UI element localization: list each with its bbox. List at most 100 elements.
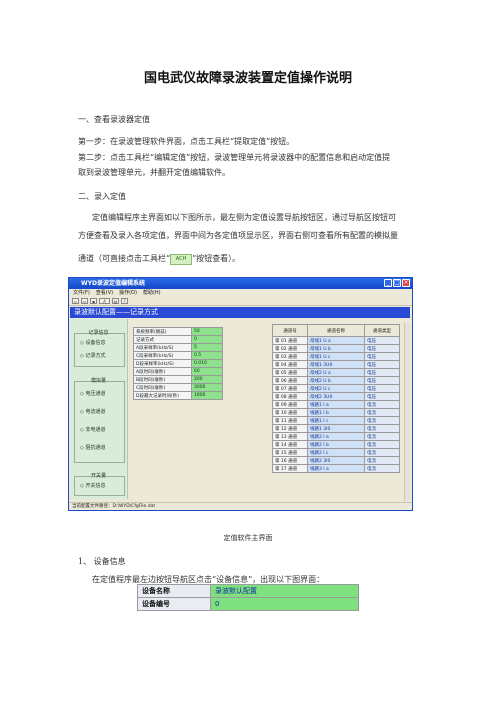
table-row[interactable]: 第 02 通道 母线1 U b 电压 [272, 344, 400, 353]
channel-number: 第 16 通道 [272, 456, 308, 465]
close-icon[interactable]: × [402, 279, 410, 287]
table-row: 设备编号 0 [137, 597, 359, 611]
table-row[interactable]: 第 06 通道 母线2 U b 电压 [272, 376, 400, 385]
nav-item-switch-info[interactable]: ◇ 开关信息 [80, 482, 105, 489]
table-row[interactable]: 第 04 通道 母线1 3U0 电压 [272, 360, 400, 369]
table-row: B段时间(毫秒) 200 [133, 375, 224, 384]
channel-type: 电压 [364, 344, 400, 353]
setting-label: 记录方式 [133, 335, 192, 344]
channel-type: 电压 [364, 376, 400, 385]
table-row[interactable]: 第 09 通道 线路1 I a 电流 [272, 400, 400, 409]
new-icon[interactable]: ▫ [72, 298, 79, 304]
channel-name: 母线1 U b [307, 344, 365, 353]
channel-type: 电流 [364, 456, 400, 465]
print-icon[interactable]: ▤ [112, 298, 119, 304]
setting-value-field[interactable]: 5 [190, 343, 224, 352]
app-screenshot: WYD录波定值编辑系统 _ □ × 文件(F) 查看(V) 操作(O) 帮助(H… [68, 277, 413, 511]
table-row[interactable]: 第 14 通道 线路2 I b 电流 [272, 440, 400, 449]
ach-icon: ACH [170, 253, 193, 265]
table-row[interactable]: 第 07 通道 母线2 U c 电压 [272, 384, 400, 393]
paragraph: 通道（可直接点击工具栏“ ACH ”按钮查看）。 [78, 251, 240, 266]
setting-label: C段采样率(kHz/S) [133, 351, 192, 360]
table-row: D段采样率(kHz/S) 0.010 [133, 359, 224, 368]
channel-table: 通道号 通道名称 通道类型 第 01 通道 母线1 U a 电压第 02 通道 母线1… [272, 324, 400, 473]
channel-number: 第 04 通道 [272, 360, 308, 369]
setting-value-field[interactable]: 0 [190, 335, 224, 344]
open-icon[interactable]: ▭ [81, 298, 88, 304]
channel-number: 第 15 通道 [272, 448, 308, 457]
table-row[interactable]: 第 11 通道 线路1 I c 电流 [272, 416, 400, 425]
menu-help[interactable]: 帮助(H) [143, 289, 161, 297]
status-bar: 当前配置文件路径：D:\WYD\CfgFile.dat [69, 502, 412, 510]
table-row[interactable]: 第 17 通道 线路3 I a 电流 [272, 464, 400, 473]
paragraph: 取到录波管理单元，并翻开定值编辑软件。 [78, 168, 230, 177]
menu-view[interactable]: 查看(V) [96, 289, 113, 297]
channel-type: 电压 [364, 392, 400, 401]
table-row[interactable]: 第 13 通道 线路2 I a 电流 [272, 432, 400, 441]
device-name-field[interactable]: 录波默认配置 [210, 584, 359, 598]
device-id-field[interactable]: 0 [210, 597, 359, 611]
channel-name: 母线2 U a [307, 368, 365, 377]
channel-name: 线路1 I c [307, 416, 365, 425]
help-icon[interactable]: ? [121, 298, 128, 304]
scrollbar[interactable] [404, 323, 410, 501]
ach-icon[interactable]: A [99, 298, 110, 304]
menu-operate[interactable]: 操作(O) [119, 289, 137, 297]
paragraph: 第二步：点击工具栏“编辑定值”按钮，录波管理单元将录波器中的配置信息和启动定值提 [78, 153, 391, 162]
nav-group-label: 模拟量 [90, 378, 106, 384]
channel-number: 第 01 通道 [272, 336, 308, 345]
setting-label: C段时间(毫秒) [133, 383, 192, 392]
channel-type: 电压 [364, 384, 400, 393]
table-row[interactable]: 第 01 通道 母线1 U a 电压 [272, 336, 400, 345]
table-row[interactable]: 第 08 通道 母线2 3U0 电压 [272, 392, 400, 401]
table-row: 系统频率(赫兹) 50 [133, 327, 224, 336]
table-row[interactable]: 第 05 通道 母线2 U a 电压 [272, 368, 400, 377]
maximize-icon[interactable]: □ [393, 279, 401, 287]
channel-number: 第 17 通道 [272, 464, 308, 473]
channel-number: 第 02 通道 [272, 344, 308, 353]
section-heading: 1、 设备信息 [78, 557, 126, 566]
table-row[interactable]: 第 10 通道 线路1 I b 电流 [272, 408, 400, 417]
channel-name: 母线2 U b [307, 376, 365, 385]
table-row: C段时间(毫秒) 3000 [133, 383, 224, 392]
nav-group-label: 开关量 [90, 473, 106, 479]
nav-item-nonelectric[interactable]: ◇ 非电通道 [80, 426, 105, 433]
nav-item-device-info[interactable]: ◇ 设备信息 [80, 339, 105, 346]
save-icon[interactable]: ▪ [90, 298, 97, 304]
table-row[interactable]: 第 12 通道 线路1 3I0 电流 [272, 424, 400, 433]
minimize-icon[interactable]: _ [384, 279, 392, 287]
setting-value-field[interactable]: 60 [190, 367, 224, 376]
setting-value-field[interactable]: 50 [190, 327, 224, 336]
nav-item-current[interactable]: ◇ 电流通道 [80, 408, 105, 415]
channel-type: 电压 [364, 336, 400, 345]
setting-value-field[interactable]: 0.010 [190, 359, 224, 368]
table-row[interactable]: 第 03 通道 母线1 U c 电压 [272, 352, 400, 361]
channel-type: 电流 [364, 464, 400, 473]
channel-number: 第 08 通道 [272, 392, 308, 401]
setting-label: 系统频率(赫兹) [133, 327, 192, 336]
paragraph-text: 通道（可直接点击工具栏“ [78, 254, 171, 263]
channel-number: 第 03 通道 [272, 352, 308, 361]
nav-item-impedance[interactable]: ◇ 阻抗通道 [80, 444, 105, 451]
config-banner: 录波默认配置——记录方式 [70, 307, 410, 318]
nav-item-record-mode[interactable]: ◇ 记录方式 [80, 352, 105, 359]
setting-label: B段时间(毫秒) [133, 375, 192, 384]
table-row[interactable]: 第 15 通道 线路2 I c 电流 [272, 448, 400, 457]
channel-name: 母线2 U c [307, 384, 365, 393]
column-header[interactable]: 通道名称 [307, 324, 365, 337]
channel-name: 母线1 U a [307, 336, 365, 345]
menu-file[interactable]: 文件(F) [73, 289, 90, 297]
device-id-label: 设备编号 [137, 597, 211, 611]
column-header[interactable]: 通道类型 [364, 324, 400, 337]
channel-number: 第 06 通道 [272, 376, 308, 385]
nav-item-voltage[interactable]: ◇ 电压通道 [80, 390, 105, 397]
setting-value-field[interactable]: 200 [190, 375, 224, 384]
column-header[interactable]: 通道号 [272, 324, 308, 337]
table-row[interactable]: 第 16 通道 线路2 3I0 电流 [272, 456, 400, 465]
setting-value-field[interactable]: 3000 [190, 383, 224, 392]
window-titlebar: WYD录波定值编辑系统 _ □ × [69, 278, 412, 289]
document-title: 国电武仪故障录波装置定值操作说明 [143, 71, 352, 86]
setting-value-field[interactable]: 0.5 [190, 351, 224, 360]
table-row: A段时间(毫秒) 60 [133, 367, 224, 376]
setting-value-field[interactable]: 1800 [190, 391, 224, 400]
